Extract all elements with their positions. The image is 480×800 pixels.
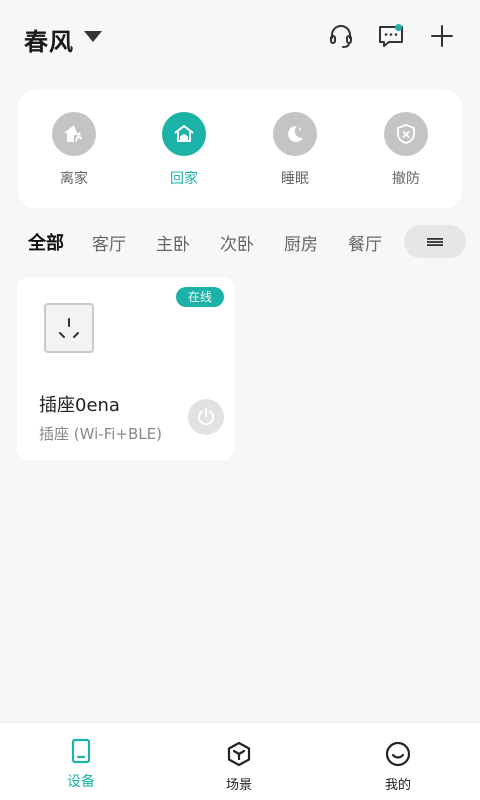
device-card[interactable]: 在线 插座0ena 插座 (Wi-Fi+BLE) [17, 277, 235, 460]
tab-dining-room[interactable]: 餐厅 [348, 230, 382, 255]
smile-icon [385, 741, 411, 767]
nav-scenes[interactable]: 场景 [199, 740, 279, 793]
scene-panel: 离家 回家 睡眠 撤防 [18, 90, 462, 208]
scene-disarm[interactable]: 撤防 [371, 112, 441, 188]
scene-label: 回家 [170, 171, 198, 187]
status-badge: 在线 [176, 287, 224, 307]
room-menu-button[interactable] [404, 225, 466, 258]
nav-label: 场景 [225, 778, 252, 793]
nav-me[interactable]: 我的 [358, 740, 438, 793]
scene-label: 离家 [60, 171, 88, 187]
nav-label: 设备 [67, 774, 95, 790]
bottom-nav: 设备 场景 我的 [0, 722, 480, 800]
nav-label: 我的 [384, 778, 411, 793]
tab-master-bedroom[interactable]: 主卧 [156, 230, 190, 255]
home-icon [162, 112, 206, 156]
caret-down-icon[interactable] [84, 31, 102, 42]
nav-devices[interactable]: 设备 [41, 737, 121, 791]
tab-kitchen[interactable]: 厨房 [284, 230, 318, 255]
tab-second-bedroom[interactable]: 次卧 [220, 230, 254, 255]
headset-icon[interactable] [327, 22, 355, 50]
power-button[interactable] [188, 399, 224, 435]
plus-icon[interactable] [428, 22, 456, 50]
device-name: 插座0ena [39, 395, 120, 416]
socket-icon [44, 303, 94, 353]
scene-come-home[interactable]: 回家 [149, 112, 219, 188]
scene-sleep[interactable]: 睡眠 [260, 112, 330, 188]
scene-label: 撤防 [392, 171, 420, 187]
scene-label: 睡眠 [281, 171, 309, 187]
device-type: 插座 (Wi-Fi+BLE) [39, 425, 162, 443]
leave-home-icon [52, 112, 96, 156]
unread-dot [395, 24, 402, 31]
scene-cube-icon [227, 741, 251, 767]
menu-icon [427, 237, 443, 246]
scene-leave-home[interactable]: 离家 [39, 112, 109, 188]
top-bar: 春风 [0, 0, 480, 76]
home-selector-title[interactable]: 春风 [24, 22, 74, 57]
tab-living-room[interactable]: 客厅 [92, 230, 126, 255]
moon-icon [273, 112, 317, 156]
device-icon [71, 738, 91, 764]
power-icon [198, 408, 214, 426]
tab-all[interactable]: 全部 [28, 229, 64, 255]
room-tabs: 全部 客厅 主卧 次卧 厨房 餐厅 [0, 222, 480, 262]
disarm-shield-icon [384, 112, 428, 156]
